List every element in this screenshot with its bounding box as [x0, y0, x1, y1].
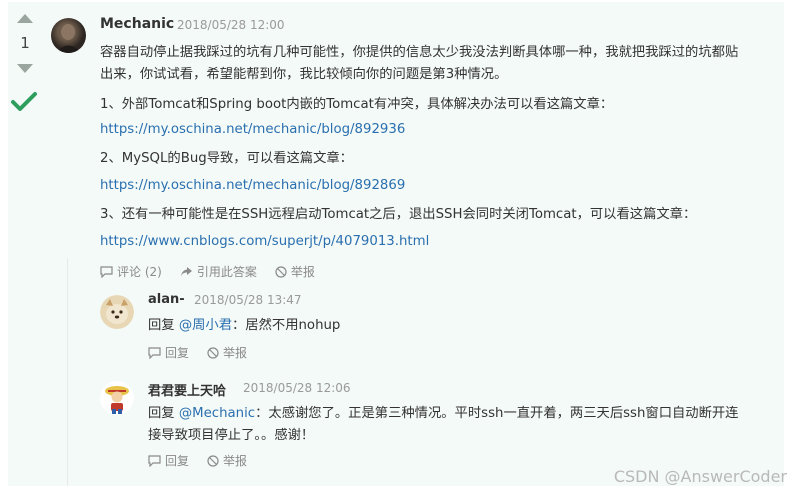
reply-button[interactable]: 回复	[148, 344, 189, 361]
answer-line-3: 1、外部Tomcat和Spring boot内嵌的Tomcat有冲突，具体解决办…	[100, 97, 614, 112]
comment-icon	[148, 346, 161, 359]
answer-link-3[interactable]: https://www.cnblogs.com/superjt/p/407901…	[100, 234, 429, 249]
comment-icon	[100, 265, 113, 278]
report-label: 举报	[223, 346, 248, 360]
report-button[interactable]: 举报	[207, 344, 247, 361]
comment-label: 评论 (2)	[117, 265, 162, 279]
avatar[interactable]	[51, 18, 86, 53]
mention-link[interactable]: @周小君	[179, 318, 232, 333]
comment-author[interactable]: alan-	[148, 292, 185, 307]
answer-line-2: 出来，你试试看，希望能帮到你，我比较倾向你的问题是第3种情况。	[100, 67, 508, 82]
answer-line-5: 3、还有一种可能性是在SSH远程启动Tomcat之后，退出SSH会同时关闭Tom…	[100, 207, 697, 222]
comment-thread-line	[67, 258, 68, 486]
comment-date: 2018/05/28 13:47	[194, 293, 302, 307]
comment-actions: 回复 举报	[148, 452, 265, 469]
comment-button[interactable]: 评论 (2)	[100, 263, 162, 280]
vote-count: 1	[20, 34, 30, 52]
comment-icon	[148, 454, 161, 467]
report-icon	[207, 346, 219, 359]
comment-avatar[interactable]	[100, 381, 134, 415]
answer-link-1[interactable]: https://my.oschina.net/mechanic/blog/892…	[100, 122, 405, 137]
mention-link[interactable]: @Mechanic	[179, 406, 255, 421]
quote-button[interactable]: 引用此答案	[180, 263, 257, 280]
report-button[interactable]: 举报	[207, 452, 247, 469]
answer-date: 2018/05/28 12:00	[177, 18, 285, 32]
reply-button[interactable]: 回复	[148, 452, 189, 469]
answer-line-1: 容器自动停止据我踩过的坑有几种可能性，你提供的信息太少我没法判断具体哪一种，我就…	[100, 45, 739, 60]
comment-avatar[interactable]	[100, 295, 134, 329]
report-button[interactable]: 举报	[275, 263, 315, 280]
reply-prefix: 回复	[148, 406, 175, 421]
report-icon	[207, 454, 219, 467]
comment-actions: 回复 举报	[148, 344, 265, 361]
reply-label: 回复	[165, 454, 190, 468]
watermark: CSDN @AnswerCoder	[613, 467, 787, 486]
downvote-icon[interactable]	[17, 64, 33, 73]
answer-actions: 评论 (2) 引用此答案 举报	[100, 263, 333, 280]
accepted-check-icon	[11, 92, 37, 111]
comment-body: ：居然不用nohup	[232, 318, 341, 333]
comment-date: 2018/05/28 12:06	[243, 381, 351, 395]
share-arrow-icon	[180, 266, 192, 276]
comment-text: 回复 @Mechanic：太感谢您了。正是第三种情况。平时ssh一直开着，两三天…	[148, 403, 738, 425]
reply-label: 回复	[165, 346, 190, 360]
reply-prefix: 回复	[148, 318, 175, 333]
answer-author[interactable]: Mechanic	[100, 16, 174, 32]
comment-text-continued: 接导致项目停止了。。感谢！	[148, 428, 315, 443]
answer-line-4: 2、MySQL的Bug导致，可以看这篇文章：	[100, 151, 353, 166]
quote-label: 引用此答案	[196, 265, 257, 279]
report-icon	[275, 265, 287, 278]
report-label: 举报	[223, 454, 248, 468]
answer-link-2[interactable]: https://my.oschina.net/mechanic/blog/892…	[100, 178, 405, 193]
comment-body: ：太感谢您了。正是第三种情况。平时ssh一直开着，两三天后ssh窗口自动断开连	[255, 406, 739, 421]
report-label: 举报	[290, 265, 315, 279]
comment-author[interactable]: 君君要上天哈	[148, 380, 226, 399]
comment-text: 回复 @周小君：居然不用nohup	[148, 315, 340, 337]
upvote-icon[interactable]	[17, 14, 33, 23]
